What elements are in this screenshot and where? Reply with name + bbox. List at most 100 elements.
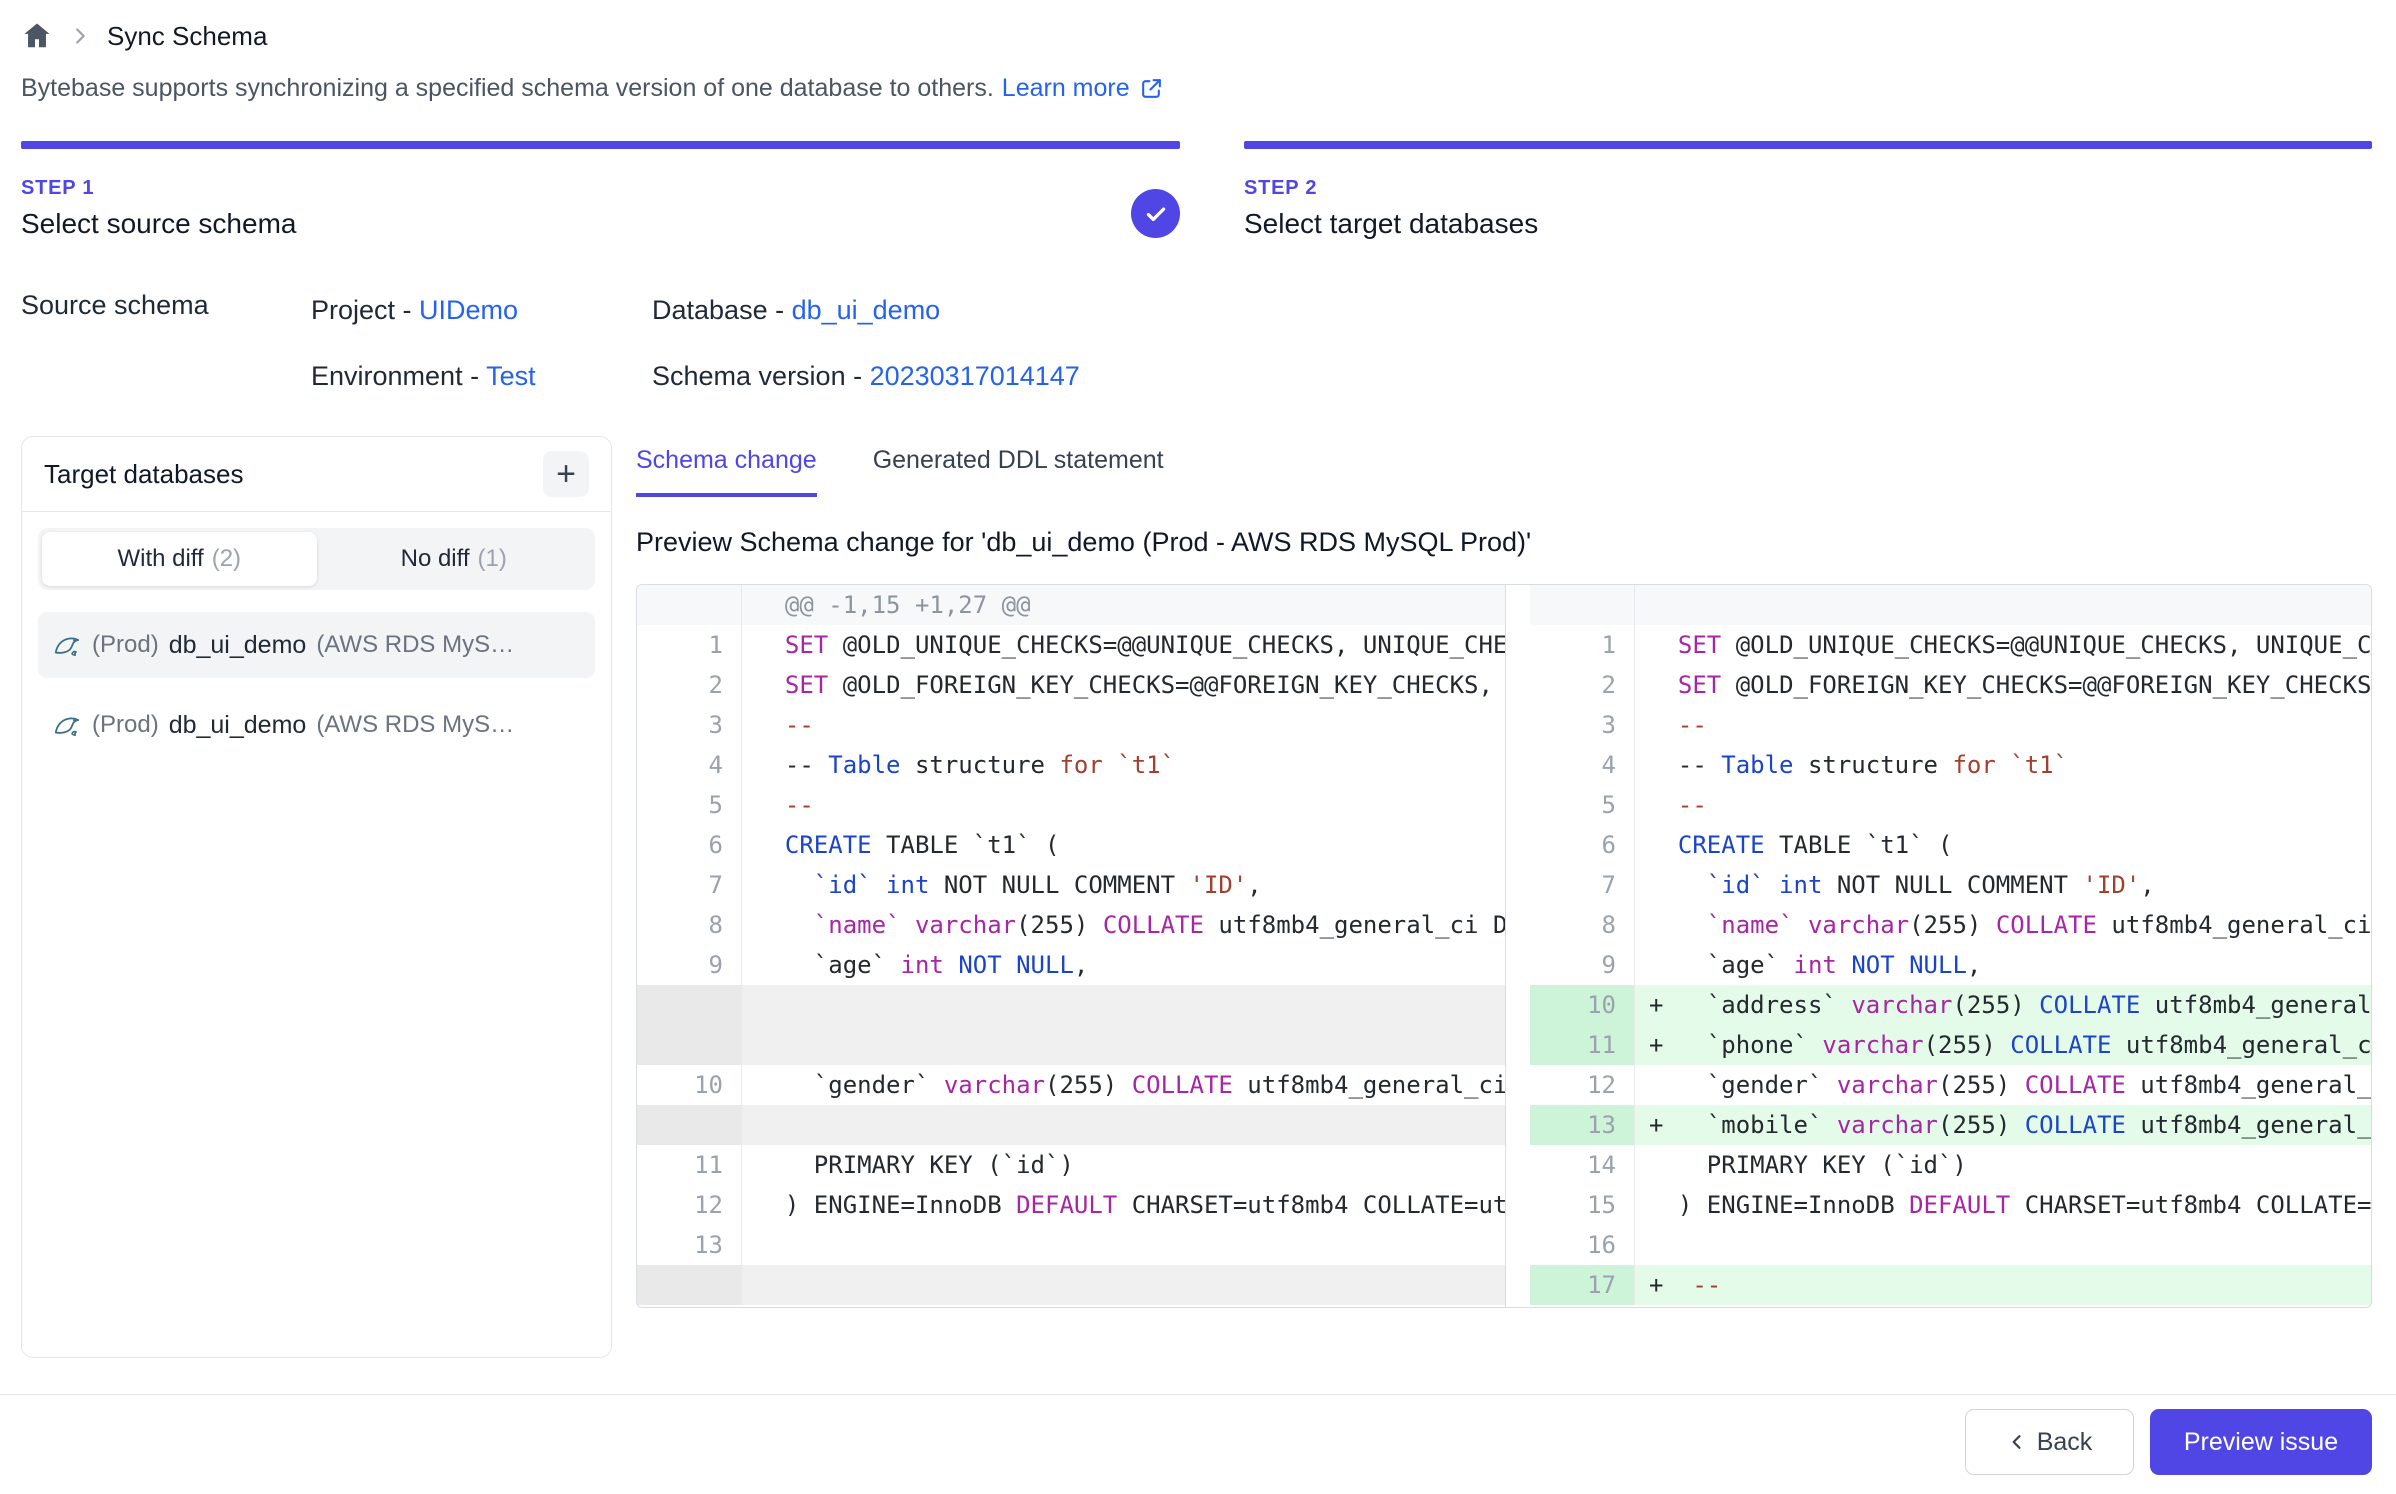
diff-line-number: 11 [637, 1145, 742, 1185]
diff-row: 6 CREATE TABLE `t1` ( [1530, 825, 2371, 865]
generated-ddl-tab[interactable]: Generated DDL statement [873, 446, 1164, 497]
diff-row: 4 -- Table structure for `t1` [637, 745, 1505, 785]
diff-code-line: -- Table structure for `t1` [742, 745, 1505, 785]
diff-row [1530, 585, 2371, 625]
diff-row: 8 `name` varchar(255) COLLATE utf8mb4_ge… [637, 905, 1505, 945]
target-database-item[interactable]: (Prod) db_ui_demo (AWS RDS MyS… [38, 612, 595, 678]
diff-code-line: SET @OLD_FOREIGN_KEY_CHECKS=@@FOREIGN_KE… [1635, 665, 2371, 705]
db-name: db_ui_demo [169, 631, 307, 660]
diff-code-line: `name` varchar(255) COLLATE utf8mb4_gene… [742, 905, 1505, 945]
diff-line-number: 7 [637, 865, 742, 905]
diff-preview-section: Schema change Generated DDL statement Pr… [636, 436, 2372, 1308]
diff-line-number: 2 [1530, 665, 1635, 705]
diff-row: 9 `age` int NOT NULL, [637, 945, 1505, 985]
db-environment: (Prod) [92, 711, 159, 739]
diff-right-pane[interactable]: 1 SET @OLD_UNIQUE_CHECKS=@@UNIQUE_CHECKS… [1530, 585, 2371, 1307]
diff-code-line: + `address` varchar(255) COLLATE utf8mb4… [1635, 985, 2371, 1025]
footer-divider [0, 1394, 2396, 1395]
diff-line-number [637, 985, 742, 1025]
diff-line-number: 3 [1530, 705, 1635, 745]
step-1-label: STEP 1 [21, 177, 1180, 200]
step-1-title: Select source schema [21, 208, 1180, 240]
diff-line-number [637, 1265, 742, 1305]
with-diff-tab[interactable]: With diff (2) [42, 532, 317, 586]
diff-line-number: 4 [1530, 745, 1635, 785]
diff-code-line: `gender` varchar(255) COLLATE utf8mb4_ge… [742, 1065, 1505, 1105]
target-database-list: (Prod) db_ui_demo (AWS RDS MyS… (Prod) d… [22, 606, 611, 758]
target-database-item[interactable]: (Prod) db_ui_demo (AWS RDS MyS… [38, 692, 595, 758]
check-icon [1143, 201, 1169, 227]
with-diff-count: (2) [212, 545, 241, 573]
step-1-complete-icon [1131, 189, 1180, 238]
diff-row: 13+ `mobile` varchar(255) COLLATE utf8mb… [1530, 1105, 2371, 1145]
diff-row: @@ -1,15 +1,27 @@ [637, 585, 1505, 625]
page-title: Sync Schema [107, 21, 267, 52]
diff-line-number [637, 1105, 742, 1145]
diff-line-number: 8 [1530, 905, 1635, 945]
page-description: Bytebase supports synchronizing a specif… [21, 74, 2372, 103]
diff-row [637, 1025, 1505, 1065]
diff-code-line: `id` int NOT NULL COMMENT 'ID', [742, 865, 1505, 905]
diff-code-line: @@ -1,15 +1,27 @@ [742, 585, 1505, 625]
diff-code-line: + `mobile` varchar(255) COLLATE utf8mb4_… [1635, 1105, 2371, 1145]
diff-row: 15 ) ENGINE=InnoDB DEFAULT CHARSET=utf8m… [1530, 1185, 2371, 1225]
preview-title: Preview Schema change for 'db_ui_demo (P… [636, 527, 2372, 558]
diff-line-number: 12 [637, 1185, 742, 1225]
source-schema-label: Source schema [21, 290, 311, 396]
home-icon[interactable] [21, 20, 53, 52]
diff-line-number: 17 [1530, 1265, 1635, 1305]
diff-code-line: -- [742, 705, 1505, 745]
step-2-label: STEP 2 [1244, 177, 2372, 200]
diff-line-number: 9 [637, 945, 742, 985]
diff-row: 12 `gender` varchar(255) COLLATE utf8mb4… [1530, 1065, 2371, 1105]
diff-line-number: 5 [637, 785, 742, 825]
diff-row: 13 [637, 1225, 1505, 1265]
schema-version-link[interactable]: 20230317014147 [870, 361, 1080, 391]
chevron-right-icon [69, 25, 91, 47]
diff-row: 2 SET @OLD_FOREIGN_KEY_CHECKS=@@FOREIGN_… [1530, 665, 2371, 705]
diff-line-number: 3 [637, 705, 742, 745]
diff-code-line: `id` int NOT NULL COMMENT 'ID', [1635, 865, 2371, 905]
stepper: STEP 1 Select source schema STEP 2 Selec… [21, 141, 2372, 240]
no-diff-tab[interactable]: No diff (1) [317, 532, 592, 586]
preview-tabs: Schema change Generated DDL statement [636, 436, 2372, 497]
diff-code-line: `age` int NOT NULL, [742, 945, 1505, 985]
description-text: Bytebase supports synchronizing a specif… [21, 74, 994, 103]
preview-issue-button[interactable]: Preview issue [2150, 1409, 2372, 1475]
diff-line-number [1530, 585, 1635, 625]
no-diff-count: (1) [478, 545, 507, 573]
diff-row [637, 1265, 1505, 1305]
learn-more-link[interactable]: Learn more [1002, 74, 1164, 103]
database-field: Database - db_ui_demo [652, 290, 1080, 330]
diff-row: 1 SET @OLD_UNIQUE_CHECKS=@@UNIQUE_CHECKS… [637, 625, 1505, 665]
back-button[interactable]: Back [1965, 1409, 2134, 1475]
diff-row: 3 -- [637, 705, 1505, 745]
diff-row: 5 -- [1530, 785, 2371, 825]
environment-link[interactable]: Test [486, 361, 536, 391]
diff-row: 12 ) ENGINE=InnoDB DEFAULT CHARSET=utf8m… [637, 1185, 1505, 1225]
diff-code-line: `name` varchar(255) COLLATE utf8mb4_gene… [1635, 905, 2371, 945]
diff-line-number: 5 [1530, 785, 1635, 825]
diff-left-pane[interactable]: @@ -1,15 +1,27 @@1 SET @OLD_UNIQUE_CHECK… [637, 585, 1506, 1307]
target-databases-title: Target databases [44, 459, 243, 490]
schema-change-tab[interactable]: Schema change [636, 446, 817, 497]
diff-line-number: 6 [1530, 825, 1635, 865]
project-link[interactable]: UIDemo [419, 295, 518, 325]
diff-code-line [1635, 585, 2371, 625]
diff-line-number: 13 [637, 1225, 742, 1265]
diff-code-line: CREATE TABLE `t1` ( [1635, 825, 2371, 865]
diff-line-number [637, 585, 742, 625]
step-2-title: Select target databases [1244, 208, 2372, 240]
diff-line-number: 9 [1530, 945, 1635, 985]
add-target-database-button[interactable]: + [543, 451, 589, 497]
diff-code-line: -- [1635, 705, 2371, 745]
diff-row [637, 1105, 1505, 1145]
mysql-icon [52, 630, 82, 660]
diff-line-number: 1 [637, 625, 742, 665]
diff-code-line [1635, 1225, 2371, 1265]
diff-line-number: 12 [1530, 1065, 1635, 1105]
database-link[interactable]: db_ui_demo [792, 295, 941, 325]
breadcrumb: Sync Schema [21, 14, 2372, 58]
diff-line-number [637, 1025, 742, 1065]
db-name: db_ui_demo [169, 711, 307, 740]
